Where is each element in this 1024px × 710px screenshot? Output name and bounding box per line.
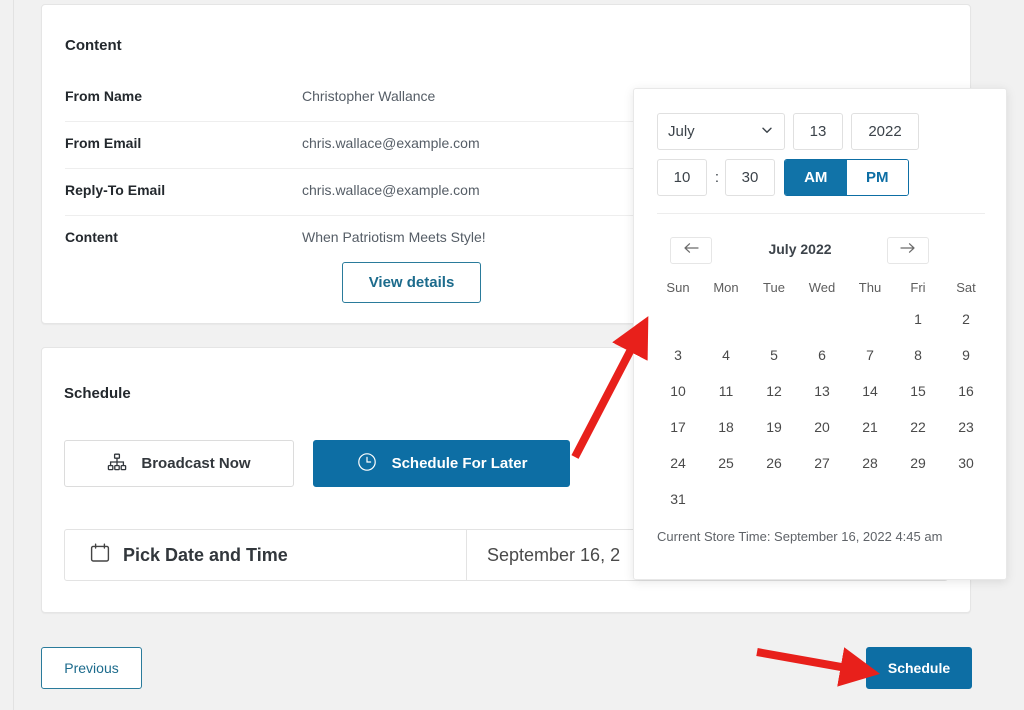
calendar-day-10[interactable]: 10 xyxy=(654,373,702,409)
calendar-day-20[interactable]: 20 xyxy=(798,409,846,445)
previous-button[interactable]: Previous xyxy=(41,647,142,689)
schedule-section-title: Schedule xyxy=(64,385,131,402)
pick-date-and-time-trigger[interactable]: Pick Date and Time xyxy=(65,530,467,580)
calendar-day-22[interactable]: 22 xyxy=(894,409,942,445)
current-store-time: Current Store Time: September 16, 2022 4… xyxy=(657,529,943,544)
calendar-day-31[interactable]: 31 xyxy=(654,481,702,517)
calendar-day-27[interactable]: 27 xyxy=(798,445,846,481)
calendar-day-29[interactable]: 29 xyxy=(894,445,942,481)
calendar-day-19[interactable]: 19 xyxy=(750,409,798,445)
month-select-value: July xyxy=(668,123,695,140)
from-name-label: From Name xyxy=(65,88,143,104)
calendar-day-16[interactable]: 16 xyxy=(942,373,990,409)
chevron-down-icon xyxy=(760,123,774,141)
page-left-divider xyxy=(13,0,14,710)
datetime-picker-popup: July 13 2022 10 : 30 AM PM July 2022 Sun… xyxy=(633,88,1007,580)
calendar-day-4[interactable]: 4 xyxy=(702,337,750,373)
arrow-to-schedule-button xyxy=(756,647,881,687)
calendar-day-name: Mon xyxy=(713,279,739,295)
calendar-day-21[interactable]: 21 xyxy=(846,409,894,445)
time-colon-separator: : xyxy=(714,169,720,186)
content-section-title: Content xyxy=(65,37,122,54)
calendar-day-name: Sat xyxy=(956,279,976,295)
calendar-day-15[interactable]: 15 xyxy=(894,373,942,409)
pick-date-and-time-label: Pick Date and Time xyxy=(123,544,288,565)
arrow-right-icon xyxy=(898,241,918,260)
schedule-button[interactable]: Schedule xyxy=(866,647,972,689)
calendar-day-30[interactable]: 30 xyxy=(942,445,990,481)
calendar-day-name: Fri xyxy=(910,279,926,295)
calendar-empty-cell xyxy=(750,301,798,337)
am-option[interactable]: AM xyxy=(785,160,847,195)
calendar-day-3[interactable]: 3 xyxy=(654,337,702,373)
from-name-value: Christopher Wallance xyxy=(302,88,436,104)
pm-option[interactable]: PM xyxy=(846,160,908,195)
from-email-label: From Email xyxy=(65,135,142,151)
calendar-empty-cell xyxy=(702,301,750,337)
previous-month-button[interactable] xyxy=(670,237,712,264)
content-row-label: Content xyxy=(65,229,118,245)
year-input[interactable]: 2022 xyxy=(851,113,919,150)
calendar-day-name: Tue xyxy=(763,279,785,295)
calendar-grid: Sun Mon Tue Wed Thu Fri Sat 1 2 3 4 5 6 7 8 9 10 11 12 13 14… xyxy=(654,273,990,517)
next-month-button[interactable] xyxy=(887,237,929,264)
minute-input[interactable]: 30 xyxy=(725,159,775,196)
calendar-day-name: Thu xyxy=(858,279,882,295)
pick-date-and-time-value: September 16, 2 xyxy=(487,544,621,565)
schedule-for-later-label: Schedule For Later xyxy=(391,455,528,472)
calendar-day-18[interactable]: 18 xyxy=(702,409,750,445)
schedule-for-later-button[interactable]: Schedule For Later xyxy=(313,440,570,487)
calendar-day-7[interactable]: 7 xyxy=(846,337,894,373)
calendar-day-17[interactable]: 17 xyxy=(654,409,702,445)
calendar-empty-cell xyxy=(846,301,894,337)
day-input[interactable]: 13 xyxy=(793,113,843,150)
calendar-day-23[interactable]: 23 xyxy=(942,409,990,445)
calendar-empty-cell xyxy=(798,301,846,337)
calendar-day-9[interactable]: 9 xyxy=(942,337,990,373)
calendar-day-26[interactable]: 26 xyxy=(750,445,798,481)
calendar-day-name: Sun xyxy=(666,279,690,295)
calendar-day-1[interactable]: 1 xyxy=(894,301,942,337)
calendar-day-6[interactable]: 6 xyxy=(798,337,846,373)
hour-input[interactable]: 10 xyxy=(657,159,707,196)
reply-to-email-value: chris.wallace@example.com xyxy=(302,182,480,198)
content-row-value: When Patriotism Meets Style! xyxy=(302,229,486,245)
month-select[interactable]: July xyxy=(657,113,785,150)
view-details-button[interactable]: View details xyxy=(342,262,481,303)
calendar-day-12[interactable]: 12 xyxy=(750,373,798,409)
sitemap-icon xyxy=(107,452,127,476)
calendar-day-8[interactable]: 8 xyxy=(894,337,942,373)
calendar-day-11[interactable]: 11 xyxy=(702,373,750,409)
calendar-day-name: Wed xyxy=(808,279,836,295)
calendar-day-2[interactable]: 2 xyxy=(942,301,990,337)
arrow-left-icon xyxy=(681,241,701,260)
calendar-day-28[interactable]: 28 xyxy=(846,445,894,481)
calendar-empty-cell xyxy=(654,301,702,337)
calendar-icon xyxy=(89,542,111,569)
calendar-day-14[interactable]: 14 xyxy=(846,373,894,409)
reply-to-email-label: Reply-To Email xyxy=(65,182,166,198)
calendar-day-5[interactable]: 5 xyxy=(750,337,798,373)
from-email-value: chris.wallace@example.com xyxy=(302,135,480,151)
calendar-day-24[interactable]: 24 xyxy=(654,445,702,481)
page-root: Content From Name Christopher Wallance F… xyxy=(0,0,1024,710)
clock-icon xyxy=(356,451,378,477)
calendar-day-25[interactable]: 25 xyxy=(702,445,750,481)
meridiem-toggle: AM PM xyxy=(784,159,909,196)
calendar-title: July 2022 xyxy=(768,241,832,257)
broadcast-now-button[interactable]: Broadcast Now xyxy=(64,440,294,487)
calendar-day-13[interactable]: 13 xyxy=(798,373,846,409)
broadcast-now-label: Broadcast Now xyxy=(141,455,251,472)
picker-divider xyxy=(657,213,985,214)
